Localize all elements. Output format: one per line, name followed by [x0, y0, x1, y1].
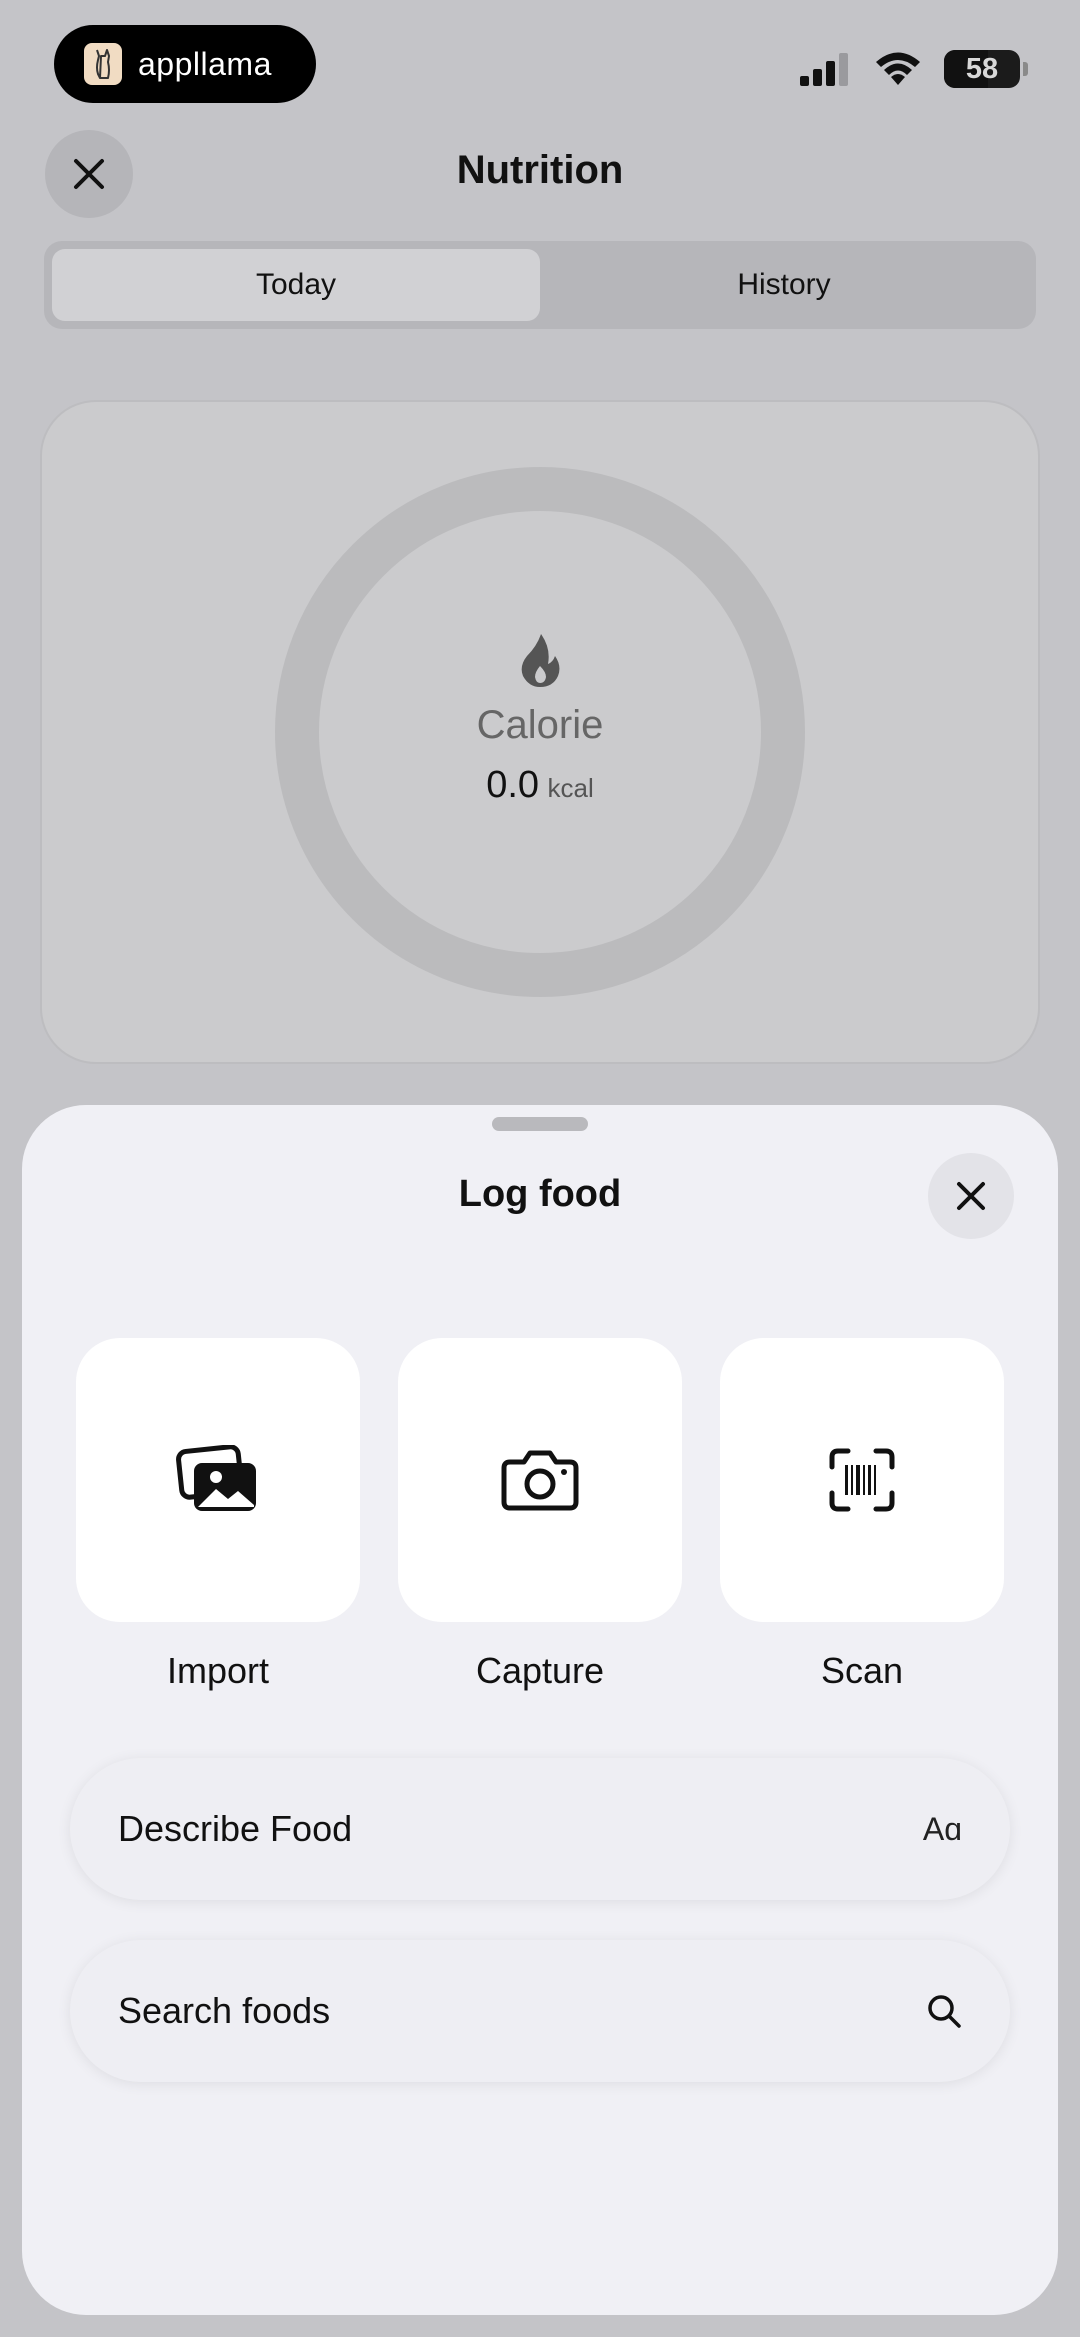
sheet-close-button[interactable] — [928, 1153, 1014, 1239]
sheet-title: Log food — [458, 1173, 622, 1215]
flame-icon — [521, 634, 560, 687]
describe-food-field[interactable]: Describe Food Aɑ — [70, 1758, 1010, 1900]
app-name: appllama — [138, 45, 272, 82]
text-format-icon: Aɑ — [922, 1810, 962, 1847]
capture-label: Capture — [475, 1650, 605, 1691]
tab-switcher: Today History — [44, 241, 1036, 329]
import-button[interactable] — [76, 1338, 360, 1622]
llama-logo-icon — [84, 43, 122, 85]
capture-button[interactable] — [398, 1338, 682, 1622]
search-foods-label: Search foods — [118, 1990, 331, 2031]
scan-button[interactable] — [720, 1338, 1004, 1622]
camera-icon — [501, 1450, 579, 1511]
calorie-card: Calorie 0.0 kcal — [40, 400, 1040, 1064]
search-foods-field[interactable]: Search foods — [70, 1940, 1010, 2082]
scan-label: Scan — [820, 1650, 904, 1691]
app-badge[interactable]: appllama — [54, 25, 316, 103]
tab-history[interactable]: History — [540, 249, 1028, 321]
log-food-sheet: Log food Import Capture Scan Describe Fo… — [22, 1105, 1058, 2315]
import-label: Import — [166, 1650, 270, 1691]
search-icon — [928, 1995, 961, 2028]
cellular-signal-icon — [800, 53, 848, 86]
describe-food-label: Describe Food — [118, 1808, 353, 1849]
close-icon — [957, 1182, 985, 1210]
calorie-value: 0.0 — [486, 764, 540, 806]
battery-level: 58 — [965, 52, 999, 85]
status-icons: 58 — [800, 50, 1028, 88]
tab-today[interactable]: Today — [52, 249, 540, 321]
barcode-scan-icon — [829, 1448, 895, 1512]
calorie-unit: kcal — [547, 773, 594, 803]
photo-library-icon — [176, 1445, 256, 1511]
page-title: Nutrition — [456, 148, 624, 192]
wifi-icon — [876, 52, 920, 85]
sheet-grabber[interactable] — [492, 1117, 588, 1131]
calorie-label: Calorie — [476, 703, 604, 747]
battery-icon: 58 — [944, 50, 1020, 88]
